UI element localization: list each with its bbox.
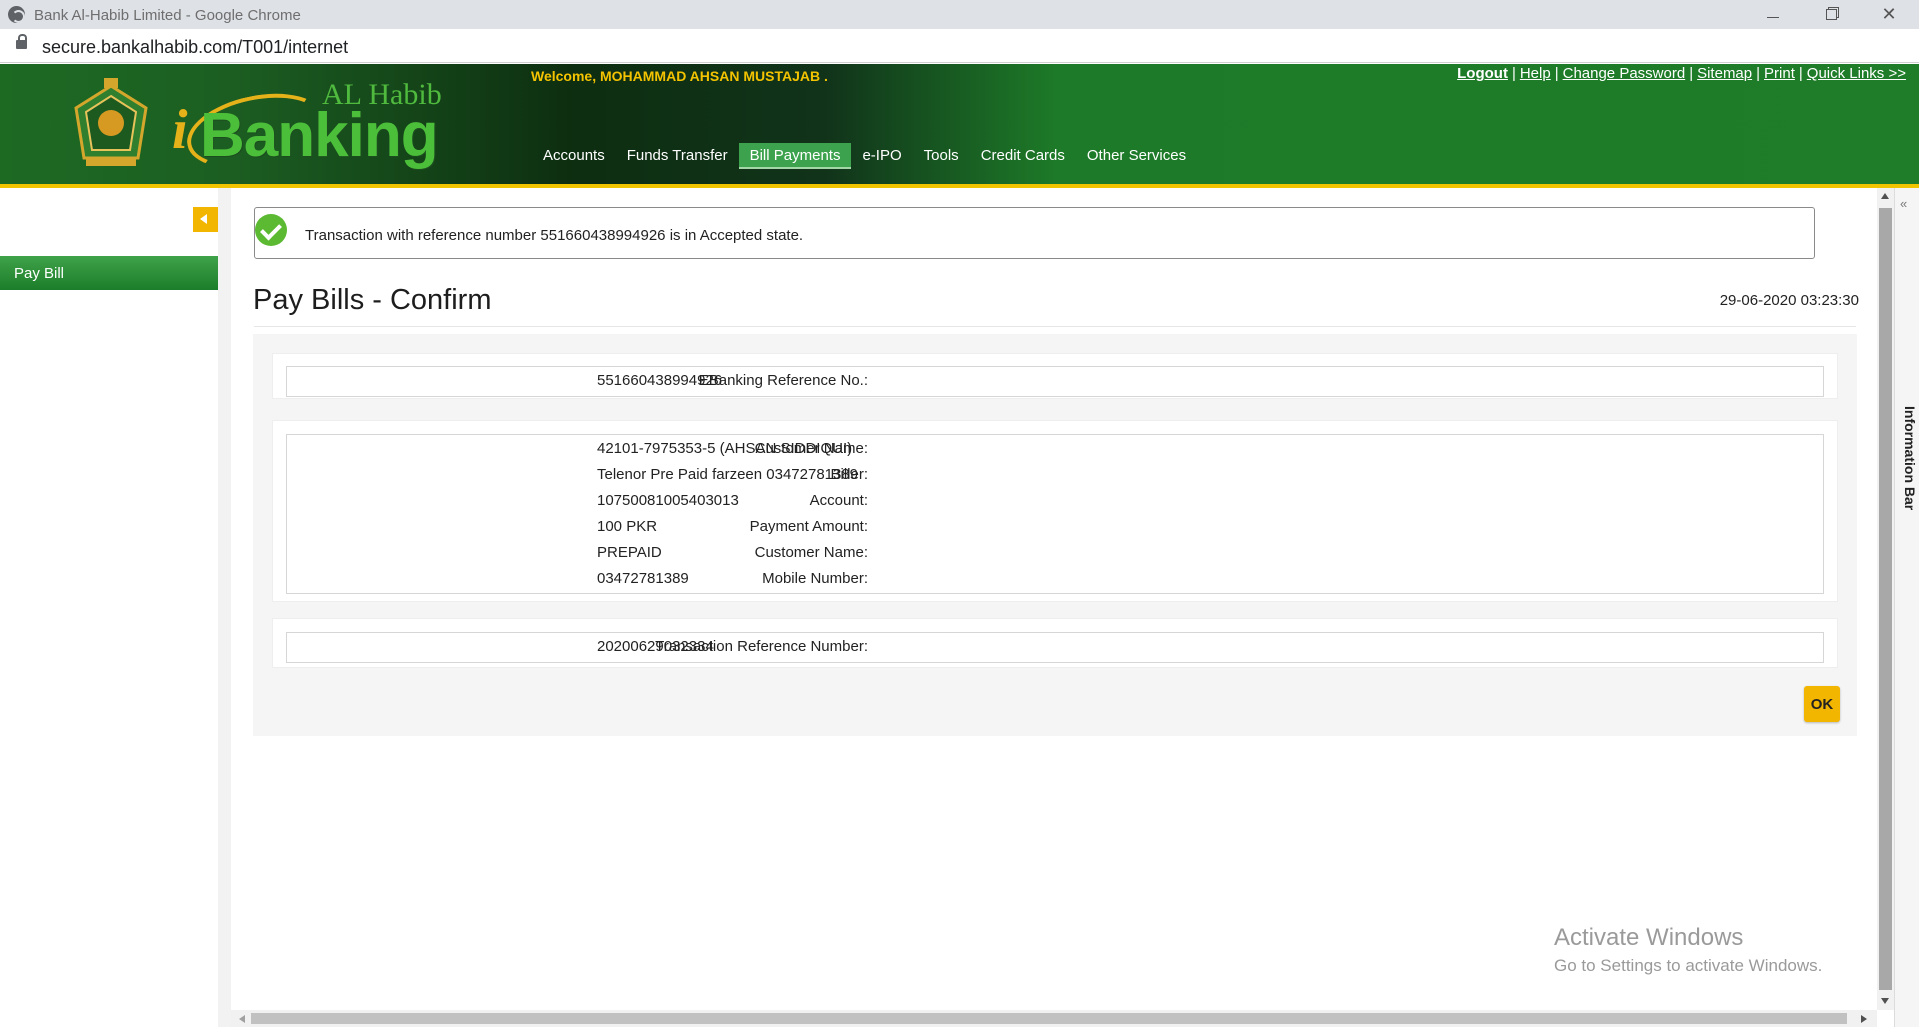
detail-row: Biller: Telenor Pre Paid farzeen 0347278… <box>286 466 1186 486</box>
field-value: Telenor Pre Paid farzeen 03472781389 <box>597 466 859 483</box>
lock-icon <box>16 34 27 49</box>
field-value: PREPAID <box>597 544 662 561</box>
nav-bill-payments[interactable]: Bill Payments <box>738 143 852 169</box>
main-nav: Accounts Funds Transfer Bill Payments e-… <box>532 143 1197 169</box>
nav-tools[interactable]: Tools <box>913 143 970 169</box>
ok-button[interactable]: OK <box>1804 686 1840 722</box>
address-bar[interactable]: secure.bankalhabib.com/T001/internet <box>0 29 1919 63</box>
ebanking-reference-row: EBanking Reference No.: 551660438994926 <box>286 372 1186 392</box>
success-message: Transaction with reference number 551660… <box>305 227 804 244</box>
globe-icon <box>8 6 25 23</box>
field-value: 10750081005403013 <box>597 492 739 509</box>
scroll-thumb-horizontal[interactable] <box>251 1013 1847 1024</box>
restore-button[interactable] <box>1802 0 1860 29</box>
logout-link[interactable]: Logout <box>1457 65 1508 82</box>
top-links: Logout | Help | Change Password | Sitemap | Prin… <box>1457 65 1906 82</box>
detail-row: Account: 10750081005403013 <box>286 492 1186 512</box>
nav-other-services[interactable]: Other Services <box>1076 143 1197 169</box>
quick-links-link[interactable]: Quick Links >> <box>1807 65 1906 82</box>
left-sidebar <box>0 188 218 1027</box>
url-text[interactable]: secure.bankalhabib.com/T001/internet <box>42 37 348 58</box>
minimize-button[interactable] <box>1744 0 1802 29</box>
help-link[interactable]: Help <box>1520 65 1551 82</box>
watermark-line1: Activate Windows <box>1554 924 1744 951</box>
nav-funds-transfer[interactable]: Funds Transfer <box>616 143 739 169</box>
sidebar-item-pay-bill[interactable]: Pay Bill <box>0 256 218 290</box>
watermark-line2: Go to Settings to activate Windows. <box>1554 956 1823 975</box>
page-title: Pay Bills - Confirm <box>253 284 492 316</box>
detail-row: Payment Amount: 100 PKR <box>286 518 1186 538</box>
scroll-thumb[interactable] <box>1879 208 1892 990</box>
scroll-up-icon[interactable] <box>1881 193 1889 199</box>
detail-row: Customer Name: PREPAID <box>286 544 1186 564</box>
scroll-right-icon[interactable] <box>1861 1015 1867 1023</box>
nav-credit-cards[interactable]: Credit Cards <box>970 143 1076 169</box>
detail-row: Customer Name: 42101-7975353-5 (AHSAN SI… <box>286 440 1186 460</box>
nav-accounts[interactable]: Accounts <box>532 143 616 169</box>
window-title: Bank Al-Habib Limited - Google Chrome <box>34 7 301 24</box>
scroll-left-icon[interactable] <box>239 1015 245 1023</box>
collapse-sidebar-button[interactable] <box>193 207 218 232</box>
field-value: 100 PKR <box>597 518 658 535</box>
vertical-scrollbar[interactable] <box>1877 188 1894 1010</box>
horizontal-scrollbar[interactable] <box>231 1010 1877 1027</box>
field-value: 03472781389 <box>597 570 689 587</box>
bank-emblem-icon <box>74 78 148 166</box>
transaction-reference-row: Transaction Reference Number: 2020062903… <box>286 638 1186 658</box>
expand-infobar-icon[interactable]: « <box>1900 196 1907 211</box>
field-value: 20200629032334 <box>597 638 714 655</box>
print-link[interactable]: Print <box>1764 65 1795 82</box>
scroll-down-icon[interactable] <box>1881 998 1889 1004</box>
information-bar-label[interactable]: Information Bar <box>1902 406 1918 510</box>
nav-e-ipo[interactable]: e-IPO <box>851 143 912 169</box>
check-icon <box>255 214 287 246</box>
sitemap-link[interactable]: Sitemap <box>1697 65 1752 82</box>
windows-activation-watermark: Activate Windows Go to Settings to activ… <box>1554 924 1822 976</box>
sidebar-divider <box>218 188 231 1027</box>
field-value: 42101-7975353-5 (AHSAN SIDDIQUI) <box>597 440 853 457</box>
welcome-message: Welcome, MOHAMMAD AHSAN MUSTAJAB . <box>531 68 828 84</box>
change-password-link[interactable]: Change Password <box>1563 65 1686 82</box>
field-value: 551660438994926 <box>597 372 723 389</box>
close-button[interactable]: ✕ <box>1860 0 1918 29</box>
browser-title-bar: Bank Al-Habib Limited - Google Chrome ✕ <box>0 0 1919 29</box>
logo-banking-text: Banking <box>200 101 439 170</box>
title-divider <box>254 326 1856 327</box>
datetime: 29-06-2020 03:23:30 <box>1719 292 1859 309</box>
logo-i-text: i <box>172 99 188 161</box>
detail-row: Mobile Number: 03472781389 <box>286 570 1186 590</box>
information-bar[interactable]: « Information Bar <box>1894 188 1919 1027</box>
